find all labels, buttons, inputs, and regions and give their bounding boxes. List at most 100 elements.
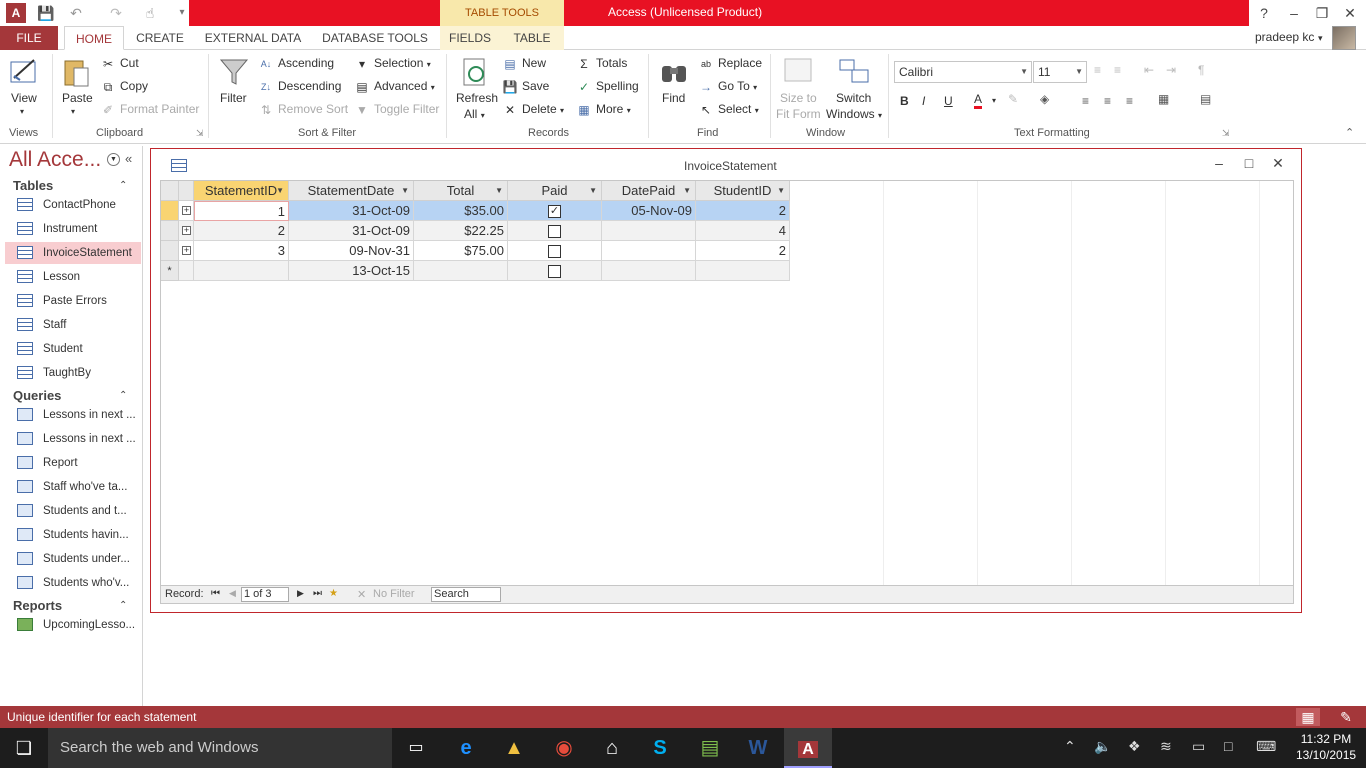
underline-button[interactable]: U (944, 94, 953, 108)
font-name-select[interactable]: Calibri ▼ (894, 61, 1032, 83)
nav-item-query-3[interactable]: Staff who've ta... (5, 476, 141, 498)
user-dropdown-icon[interactable]: ▾ (1318, 33, 1323, 44)
paid-checkbox-unchecked[interactable] (548, 225, 561, 239)
volume-icon[interactable]: 🔈 (1094, 738, 1111, 755)
new-blank-record-icon[interactable]: ★ (329, 588, 338, 599)
view-button[interactable]: View (11, 91, 37, 105)
spelling-button[interactable]: ✓ Spelling (576, 79, 639, 95)
collapse-queries-icon[interactable]: ⌃ (119, 390, 127, 401)
binoculars-icon[interactable] (658, 56, 690, 88)
column-dropdown-icon[interactable]: ▼ (495, 181, 503, 201)
nav-item-table-5[interactable]: Staff (5, 314, 141, 336)
cell-statementid[interactable]: 1 (194, 201, 289, 221)
datasheet-view-icon[interactable]: ▦ (1296, 708, 1320, 726)
format-painter-button[interactable]: ✐ Format Painter (100, 102, 199, 118)
decrease-indent-icon[interactable]: ⇤ (1144, 63, 1154, 77)
nav-item-query-0[interactable]: Lessons in next ... (5, 404, 141, 426)
align-right-icon[interactable]: ≡ (1126, 94, 1133, 108)
shutter-bar-close-icon[interactable]: « (125, 151, 132, 166)
align-center-icon[interactable]: ≡ (1104, 94, 1111, 108)
highlight-icon[interactable]: ✎ (1008, 92, 1018, 106)
previous-record-icon[interactable]: ◀ (229, 588, 236, 599)
clock[interactable]: 11:32 PM 13/10/2015 (1296, 731, 1356, 763)
nav-item-table-3[interactable]: Lesson (5, 266, 141, 288)
show-hidden-icons-icon[interactable]: ⌃ (1064, 738, 1076, 755)
doc-maximize-icon[interactable]: □ (1239, 155, 1259, 171)
tab-table[interactable]: TABLE (500, 26, 564, 50)
save-icon[interactable]: 💾 (36, 3, 56, 23)
new-row-statementid[interactable] (194, 261, 289, 281)
cell-studentid[interactable]: 2 (696, 201, 790, 221)
new-row-paid[interactable] (508, 261, 602, 281)
more-button[interactable]: ▦ More ▾ (576, 102, 630, 118)
battery-icon[interactable]: ▭ (1192, 738, 1205, 755)
tab-external-data[interactable]: EXTERNAL DATA (198, 26, 308, 50)
collapse-tables-icon[interactable]: ⌃ (119, 180, 127, 191)
cell-datepaid[interactable]: 05-Nov-09 (602, 201, 696, 221)
refresh-all-label-2[interactable]: All ▾ (464, 107, 485, 121)
nav-item-report-0[interactable]: UpcomingLesso... (5, 614, 141, 636)
no-filter-label[interactable]: No Filter (373, 588, 415, 600)
refresh-icon[interactable] (460, 56, 492, 88)
paste-dropdown-icon[interactable]: ▾ (71, 107, 75, 116)
new-row-studentid[interactable] (696, 261, 790, 281)
nav-item-table-6[interactable]: Student (5, 338, 141, 360)
switch-windows-line2[interactable]: Windows ▾ (826, 107, 882, 121)
access-taskbar-icon[interactable]: A (784, 728, 832, 768)
select-button[interactable]: ↖ Select ▾ (698, 102, 759, 118)
nav-item-table-1[interactable]: Instrument (5, 218, 141, 240)
goto-button[interactable]: → Go To ▾ (698, 79, 757, 95)
nav-item-table-7[interactable]: TaughtBy (5, 362, 141, 384)
paragraph-direction-icon[interactable]: ¶ (1198, 63, 1204, 77)
taskbar-search-box[interactable]: Search the web and Windows (48, 728, 392, 768)
column-header-total[interactable]: Total ▼ (414, 181, 508, 201)
italic-button[interactable]: I (922, 94, 925, 108)
column-header-statementid[interactable]: StatementID ▼ (194, 181, 289, 201)
cell-paid[interactable] (508, 221, 602, 241)
column-dropdown-icon[interactable]: ▼ (276, 181, 284, 201)
gridlines-icon[interactable]: ▦ (1158, 92, 1169, 106)
file-explorer-icon[interactable]: ▲ (490, 728, 538, 768)
row-selector[interactable] (161, 241, 179, 261)
delete-record-button[interactable]: ✕ Delete ▾ (502, 102, 564, 118)
skype-icon[interactable]: S (636, 728, 684, 768)
collapse-reports-icon[interactable]: ⌃ (119, 600, 127, 611)
notifications-icon[interactable]: □ (1224, 738, 1232, 754)
nav-item-query-6[interactable]: Students under... (5, 548, 141, 570)
refresh-all-button[interactable]: Refresh (456, 91, 498, 105)
cell-paid[interactable] (508, 241, 602, 261)
cell-paid[interactable]: ✓ (508, 201, 602, 221)
touch-mode-icon[interactable]: ☝ (140, 3, 160, 23)
nav-item-table-2[interactable]: InvoiceStatement (5, 242, 141, 264)
new-row-selector[interactable]: * (161, 261, 179, 281)
nav-menu-dropdown-icon[interactable]: ▼ (107, 153, 120, 166)
column-dropdown-icon[interactable]: ▼ (683, 181, 691, 201)
finance-app-icon[interactable]: ▤ (686, 728, 734, 768)
column-dropdown-icon[interactable]: ▼ (777, 181, 785, 201)
nav-item-query-5[interactable]: Students havin... (5, 524, 141, 546)
record-search-input[interactable]: Search (431, 587, 501, 602)
clipboard-launcher-icon[interactable]: ⇲ (196, 128, 204, 139)
bullets-icon[interactable]: ≡ (1094, 63, 1101, 77)
font-color-dropdown-icon[interactable]: ▾ (992, 96, 996, 105)
cell-datepaid[interactable] (602, 241, 696, 261)
expand-plus-icon[interactable]: + (182, 246, 191, 255)
alternate-row-color-icon[interactable]: ▤ (1200, 92, 1211, 106)
access-app-icon[interactable]: A (6, 3, 26, 23)
nav-item-query-1[interactable]: Lessons in next ... (5, 428, 141, 450)
cell-total[interactable]: $35.00 (414, 201, 508, 221)
toggle-filter-button[interactable]: ▼ Toggle Filter (354, 102, 439, 118)
help-icon[interactable]: ? (1250, 3, 1278, 23)
nav-item-query-7[interactable]: Students who'v... (5, 572, 141, 594)
cell-studentid[interactable]: 4 (696, 221, 790, 241)
cut-button[interactable]: ✂ Cut (100, 56, 139, 72)
column-header-datepaid[interactable]: DatePaid ▼ (602, 181, 696, 201)
advanced-button[interactable]: ▤ Advanced ▾ (354, 79, 434, 95)
expand-plus-icon[interactable]: + (182, 226, 191, 235)
paid-checkbox-unchecked[interactable] (548, 265, 561, 279)
totals-button[interactable]: Σ Totals (576, 56, 627, 72)
avatar[interactable] (1332, 26, 1356, 50)
text-formatting-launcher-icon[interactable]: ⇲ (1222, 128, 1230, 139)
view-icon[interactable] (8, 56, 40, 88)
windows-start-icon[interactable]: ❏ (0, 728, 48, 768)
